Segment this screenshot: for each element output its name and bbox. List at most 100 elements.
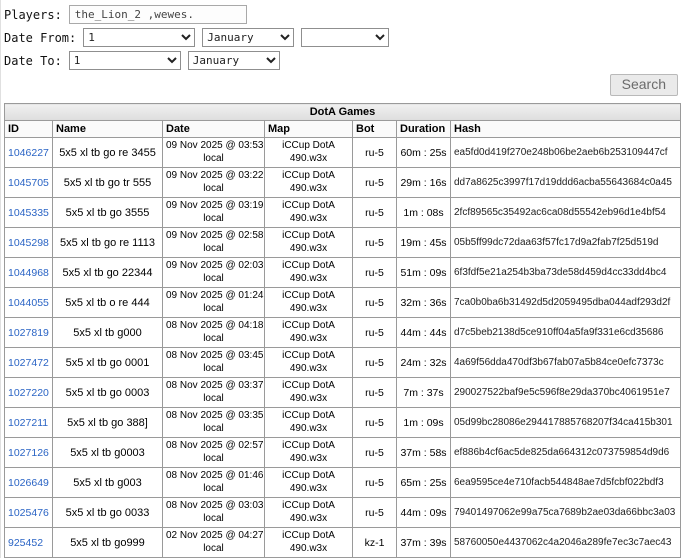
game-id-link[interactable]: 1045335 [8,207,49,219]
table-row: 1027211 5x5 xl tb go 388] 08 Nov 2025 @ … [4,407,681,438]
game-id-link[interactable]: 1027211 [8,417,48,429]
game-date-cell: 02 Nov 2025 @ 04:27 local [162,527,265,558]
game-map-file-text: 490.w3x [289,332,328,344]
game-id-link[interactable]: 1046227 [8,147,49,159]
game-name-cell: 5x5 xl tb go tr 555 [52,167,163,198]
game-hash-cell: 79401497062e99a75ca7689b2ae03da66bbc3a03 [450,497,681,528]
game-date-local-text: local [203,482,224,494]
table-row: 1044055 5x5 xl tb o re 444 09 Nov 2025 @… [4,287,681,318]
game-id-link[interactable]: 1027220 [8,387,49,399]
date-from-month-select[interactable]: January [202,28,295,47]
game-map-cell: iCCup DotA 490.w3x [264,497,353,528]
game-date-local-text: local [203,392,224,404]
game-id-link[interactable]: 1045705 [8,177,49,189]
game-id-link[interactable]: 925452 [8,537,43,549]
date-to-row: Date To: 1 January [4,51,680,70]
game-map-file-text: 490.w3x [289,212,328,224]
game-id-link[interactable]: 1045298 [8,237,49,249]
game-hash-cell: 290027522baf9e5c596f8e29da370bc4061951e7 [450,377,681,408]
game-bot-cell: ru-5 [352,377,397,408]
game-map-cell: iCCup DotA 490.w3x [264,167,353,198]
game-id-link[interactable]: 1027819 [8,327,49,339]
col-header-hash: Hash [450,120,681,138]
game-bot-cell: ru-5 [352,317,397,348]
game-id-link[interactable]: 1044968 [8,267,49,279]
game-map-cell: iCCup DotA 490.w3x [264,137,353,168]
game-bot-cell: ru-5 [352,437,397,468]
game-duration-cell: 37m : 58s [396,437,451,468]
date-to-month-select[interactable]: January [187,51,280,70]
game-map-name-text: iCCup DotA [282,530,335,541]
game-duration-cell: 44m : 09s [396,497,451,528]
game-bot-cell: ru-5 [352,137,397,168]
game-date-local-text: local [203,512,224,524]
col-header-map: Map [264,120,353,138]
game-id-link[interactable]: 1027472 [8,357,49,369]
game-map-name-text: iCCup DotA [282,200,335,211]
game-date-local-text: local [203,362,224,374]
game-date-cell: 08 Nov 2025 @ 03:45 local [162,347,265,378]
game-map-name-text: iCCup DotA [282,470,335,481]
game-name-cell: 5x5 xl tb go 0003 [52,377,163,408]
game-map-name-text: iCCup DotA [282,440,335,451]
game-date-text: 08 Nov 2025 @ 02:57 [166,440,264,451]
game-duration-cell: 29m : 16s [396,167,451,198]
game-map-file-text: 490.w3x [289,242,328,254]
game-id-link[interactable]: 1044055 [8,297,49,309]
game-date-local-text: local [203,452,224,464]
game-name-cell: 5x5 xl tb g000 [52,317,163,348]
game-map-name-text: iCCup DotA [282,140,335,151]
table-row: 1027220 5x5 xl tb go 0003 08 Nov 2025 @ … [4,377,681,408]
game-hash-cell: 6f3fdf5e21a254b3ba73de58d459d4cc33dd4bc4 [450,257,681,288]
table-row: 925452 5x5 xl tb go999 02 Nov 2025 @ 04:… [4,527,681,558]
game-map-file-text: 490.w3x [289,392,328,404]
game-map-file-text: 490.w3x [289,272,328,284]
game-id-link[interactable]: 1025476 [8,507,49,519]
table-row: 1027472 5x5 xl tb go 0001 08 Nov 2025 @ … [4,347,681,378]
game-date-text: 02 Nov 2025 @ 04:27 [166,530,264,541]
game-hash-cell: ea5fd0d419f270e248b06be2aeb6b253109447cf [450,137,681,168]
game-map-file-text: 490.w3x [289,512,328,524]
players-row: Players: [4,5,680,24]
game-bot-cell: ru-5 [352,287,397,318]
game-name-cell: 5x5 xl tb go 388] [52,407,163,438]
game-hash-cell: 6ea9595ce4e710facb544848ae7d5fcbf022bdf3 [450,467,681,498]
game-date-local-text: local [203,542,224,554]
table-row: 1026649 5x5 xl tb g003 08 Nov 2025 @ 01:… [4,467,681,498]
game-name-cell: 5x5 xl tb go re 3455 [52,137,163,168]
game-map-file-text: 490.w3x [289,542,328,554]
game-bot-cell: ru-5 [352,407,397,438]
game-duration-cell: 1m : 09s [396,407,451,438]
game-date-text: 09 Nov 2025 @ 03:19 [166,200,264,211]
game-hash-cell: dd7a8625c3997f17d19ddd6acba55643684c0a45 [450,167,681,198]
game-map-cell: iCCup DotA 490.w3x [264,287,353,318]
date-from-year-select[interactable] [301,28,390,47]
game-id-cell: 1046227 [4,137,53,168]
game-date-local-text: local [203,302,224,314]
search-row: Search [4,74,678,96]
table-row: 1045705 5x5 xl tb go tr 555 09 Nov 2025 … [4,167,681,198]
game-id-link[interactable]: 1026649 [8,477,49,489]
game-map-name-text: iCCup DotA [282,380,335,391]
game-name-cell: 5x5 xl tb o re 444 [52,287,163,318]
game-id-cell: 1045335 [4,197,53,228]
game-date-local-text: local [203,272,224,284]
date-from-day-select[interactable]: 1 [83,28,196,47]
game-date-cell: 08 Nov 2025 @ 04:18 local [162,317,265,348]
date-to-day-select[interactable]: 1 [68,51,181,70]
game-map-cell: iCCup DotA 490.w3x [264,407,353,438]
game-date-cell: 09 Nov 2025 @ 03:19 local [162,197,265,228]
game-date-cell: 08 Nov 2025 @ 03:37 local [162,377,265,408]
game-id-link[interactable]: 1027126 [8,447,49,459]
games-table: DotA Games ID Name Date Map Bot Duration… [4,103,681,558]
game-name-cell: 5x5 xl tb g003 [52,467,163,498]
game-date-cell: 08 Nov 2025 @ 03:35 local [162,407,265,438]
game-id-cell: 1025476 [4,497,53,528]
game-name-cell: 5x5 xl tb g0003 [52,437,163,468]
game-map-file-text: 490.w3x [289,452,328,464]
game-date-cell: 09 Nov 2025 @ 02:03 local [162,257,265,288]
players-input[interactable] [68,5,247,24]
search-button[interactable]: Search [609,74,678,96]
game-id-cell: 1027220 [4,377,53,408]
game-map-cell: iCCup DotA 490.w3x [264,527,353,558]
